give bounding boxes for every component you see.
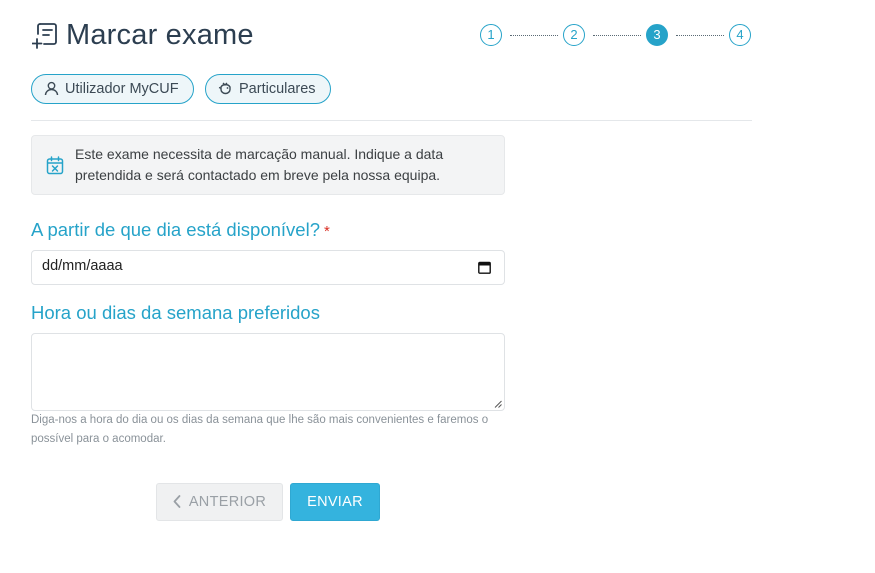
step-2[interactable]: 2 [563,24,585,46]
step-4[interactable]: 4 [729,24,751,46]
piggy-bank-icon [218,82,231,95]
preferences-field-label: Hora ou dias da semana preferidos [31,302,320,323]
section-divider [31,120,752,121]
step-connector [510,35,558,36]
plan-chip-label: Particulares [239,81,316,97]
exam-booking-page: Marcar exame 1 2 3 4 Utilizador MyCUF Pa… [0,0,875,573]
send-button[interactable]: ENVIAR [290,483,380,521]
previous-button-label: ANTERIOR [188,494,267,510]
plan-chip[interactable]: Particulares [205,74,331,104]
step-1[interactable]: 1 [480,24,502,46]
manual-booking-notice: Este exame necessita de marcação manual.… [31,135,505,195]
chevron-left-icon [173,495,181,508]
page-title: Marcar exame [66,19,254,51]
progress-stepper: 1 2 3 4 [480,24,755,48]
user-chip-label: Utilizador MyCUF [65,81,179,97]
step-connector [593,35,641,36]
previous-button[interactable]: ANTERIOR [156,483,283,521]
step-connector [676,35,724,36]
step-3-current: 3 [646,24,668,46]
resize-handle-icon[interactable] [494,400,502,408]
calendar-cancel-icon [46,156,64,175]
schedule-exam-icon [32,23,57,49]
user-chip[interactable]: Utilizador MyCUF [31,74,194,104]
date-input-placeholder: dd/mm/aaaa [42,258,123,274]
date-field-label: A partir de que dia está disponível? * [31,219,330,241]
required-mark: * [324,223,330,240]
preferences-textarea[interactable] [31,333,505,411]
preferences-help-text: Diga-nos a hora do dia ou os dias da sem… [31,414,489,445]
available-from-date-input[interactable]: dd/mm/aaaa [31,250,505,285]
user-icon [44,81,59,96]
calendar-picker-icon[interactable] [478,261,491,274]
date-field-label-text: A partir de que dia está disponível? [31,219,320,240]
notice-text: Este exame necessita de marcação manual.… [75,146,444,183]
